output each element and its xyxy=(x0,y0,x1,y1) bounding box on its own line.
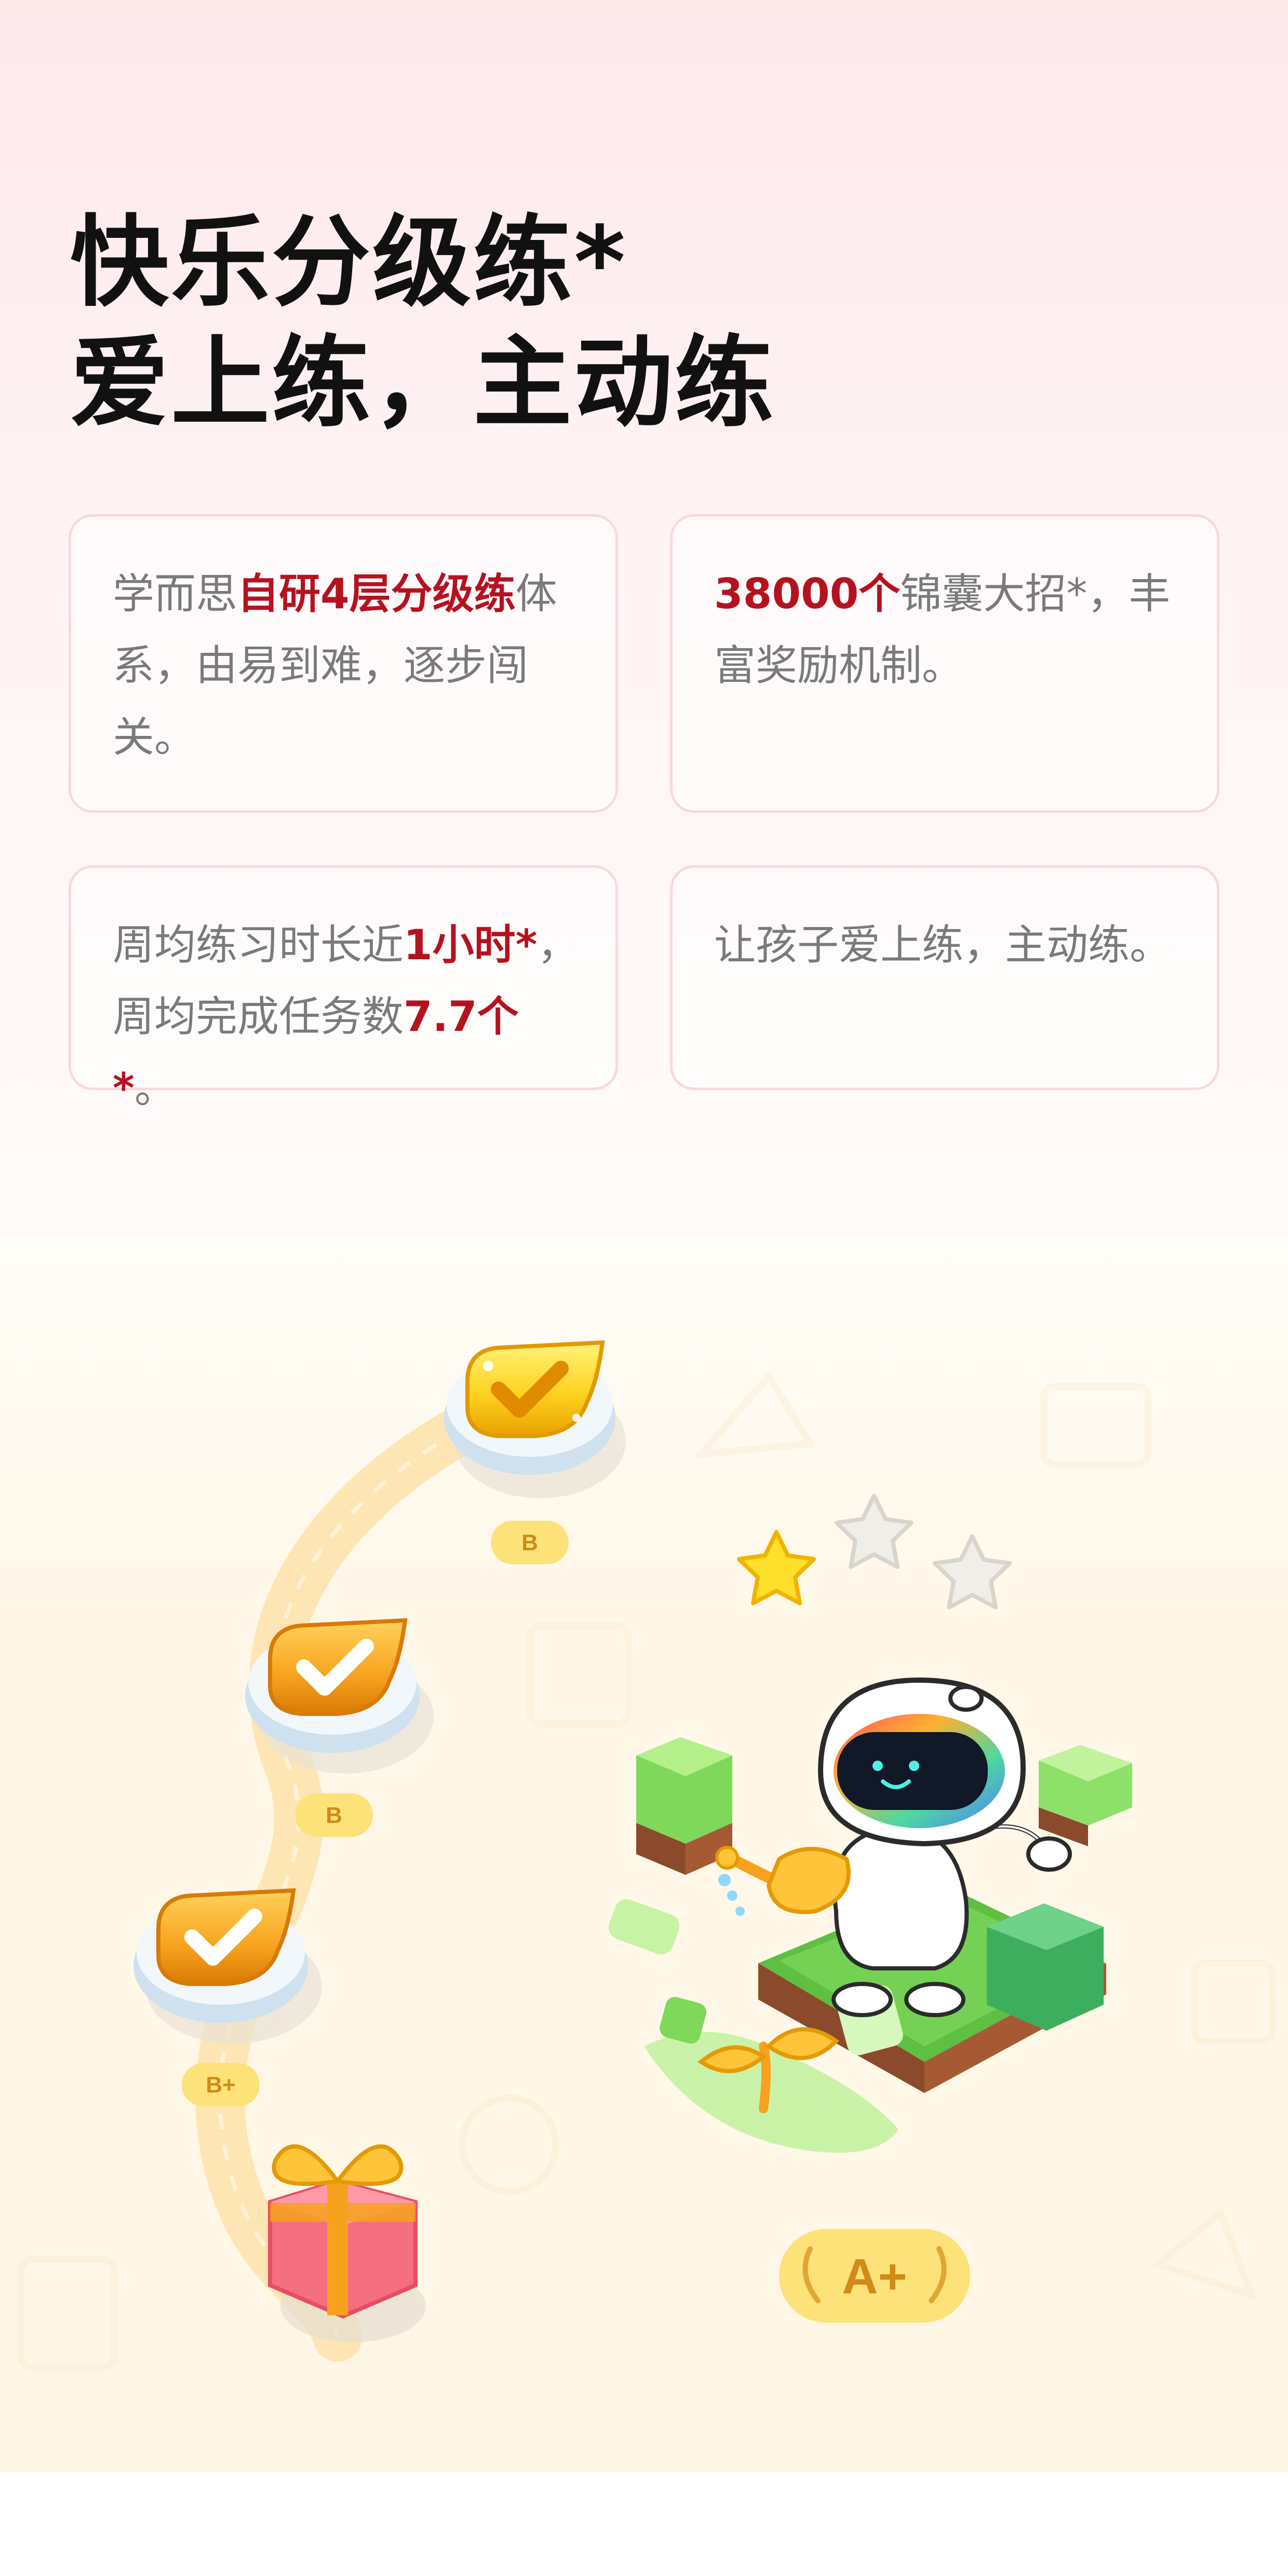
level-node-gold xyxy=(444,1340,626,1498)
grade-badge-label: A+ xyxy=(842,2249,907,2304)
card-text: 。 xyxy=(134,1064,176,1112)
feature-card-weekly-stats: 周均练习时长近1小时*，周均完成任务数7.7个*。 xyxy=(69,865,618,1112)
background-doodles xyxy=(17,1370,1276,2372)
feature-card-motivation: 让孩子爱上练，主动练。 xyxy=(670,865,1219,1090)
card-text: 让孩子爱上练，主动练。 xyxy=(714,921,1171,969)
title-line-2: 爱上练，主动练 xyxy=(70,326,776,440)
watering-can-icon xyxy=(715,1846,851,1916)
star-icon-empty xyxy=(933,1534,1012,1609)
level-map-illustration: B B B+ A+ xyxy=(17,1340,1276,2372)
feature-card-rewards: 38000个锦囊大招*，丰富奖励机制。 xyxy=(670,514,1219,813)
feature-card-leveled-practice: 学而思自研4层分级练体系，由易到难，逐步闯关。 xyxy=(69,514,618,813)
gift-box-icon xyxy=(268,2144,426,2342)
level-badge-1: B xyxy=(491,1521,569,1564)
card-highlight: 38000个 xyxy=(714,570,901,618)
page-title: 快乐分级练* 爱上练，主动练 xyxy=(70,203,775,444)
level-badge-label: B+ xyxy=(206,2072,235,2098)
grade-badge: A+ xyxy=(779,2229,970,2323)
level-badge-label: B xyxy=(326,1803,342,1828)
level-badge-label: B xyxy=(521,1530,538,1555)
star-icon-earned xyxy=(737,1530,816,1605)
star-icon-empty xyxy=(835,1494,914,1569)
level-badge-3: B+ xyxy=(182,2063,260,2107)
level-badge-2: B xyxy=(295,1793,373,1837)
card-highlight: 自研4层分级练 xyxy=(237,570,516,618)
card-text: 学而思 xyxy=(113,570,237,618)
card-highlight: 1小时* xyxy=(404,921,538,969)
title-line-1: 快乐分级练* xyxy=(70,205,628,320)
card-text: 周均练习时长近 xyxy=(113,921,404,969)
